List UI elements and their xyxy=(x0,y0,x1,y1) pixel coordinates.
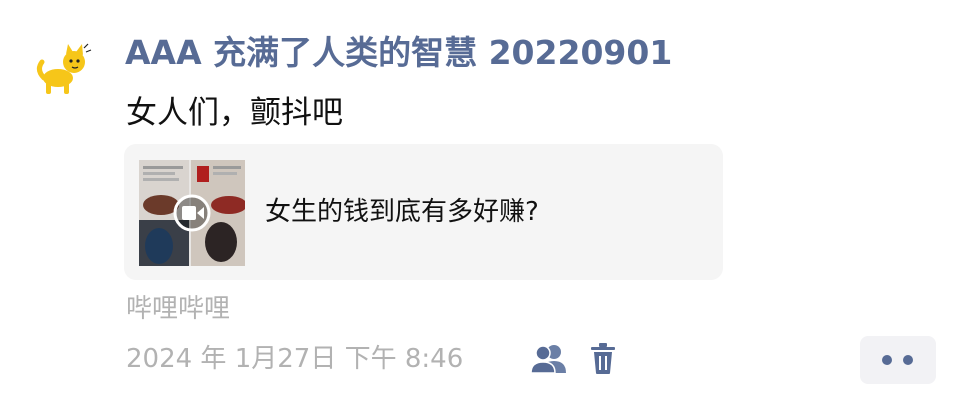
yellow-cat-avatar-icon xyxy=(34,40,92,98)
link-card-title: 女生的钱到底有多好赚? xyxy=(265,197,539,227)
more-dots-icon xyxy=(882,355,892,365)
shared-link-card[interactable]: 女生的钱到底有多好赚? xyxy=(124,144,723,280)
avatar[interactable] xyxy=(34,40,92,98)
video-play-icon xyxy=(182,206,196,220)
post-author-name[interactable]: AAA 充满了人类的智慧 20220901 xyxy=(125,28,672,78)
more-dots-icon xyxy=(903,355,913,365)
trash-icon[interactable] xyxy=(590,343,616,375)
post-source[interactable]: 哔哩哔哩 xyxy=(126,289,230,329)
post-timestamp: 2024 年 1月27日 下午 8:46 xyxy=(126,344,464,374)
post-text: 女人们，颤抖吧 xyxy=(126,95,343,131)
more-button[interactable] xyxy=(860,336,936,384)
link-thumbnail xyxy=(139,160,245,266)
friends-visibility-icon[interactable] xyxy=(530,343,568,375)
